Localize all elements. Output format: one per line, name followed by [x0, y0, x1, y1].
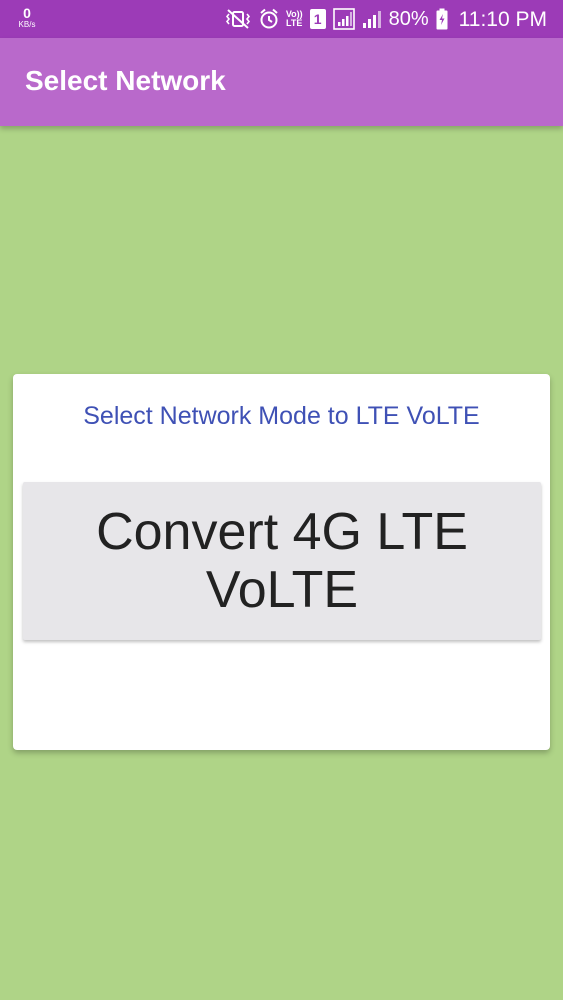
network-mode-card: Select Network Mode to LTE VoLTE Convert…: [13, 374, 550, 750]
volte-icon: Vo)) LTE: [286, 10, 303, 28]
battery-percentage: 80%: [388, 8, 429, 30]
signal-sim1-icon: [332, 8, 355, 30]
status-bar: 0 KB/s Vo)) LTE 1 80% 11:10 PM: [0, 0, 563, 38]
app-bar: Select Network: [0, 38, 563, 126]
convert-volte-button-label: Convert 4G LTE VoLTE: [96, 503, 468, 619]
volte-bottom-text: LTE: [286, 18, 303, 28]
network-speed: 0 KB/s: [14, 6, 40, 29]
convert-volte-button[interactable]: Convert 4G LTE VoLTE: [23, 482, 541, 640]
card-subtitle: Select Network Mode to LTE VoLTE: [83, 402, 480, 430]
network-speed-value: 0: [23, 5, 31, 21]
status-icons: Vo)) LTE 1 80% 11:10 PM: [224, 0, 547, 38]
battery-charging-icon: [436, 8, 448, 30]
page-title: Select Network: [25, 65, 226, 96]
vibrate-mute-icon: [224, 8, 252, 30]
sim-1-label: 1: [313, 11, 322, 27]
alarm-icon: [259, 8, 279, 30]
network-speed-unit: KB/s: [18, 20, 36, 29]
signal-sim2-icon: [362, 9, 382, 29]
sim-1-icon: 1: [309, 9, 326, 29]
clock-time: 11:10 PM: [458, 7, 547, 31]
